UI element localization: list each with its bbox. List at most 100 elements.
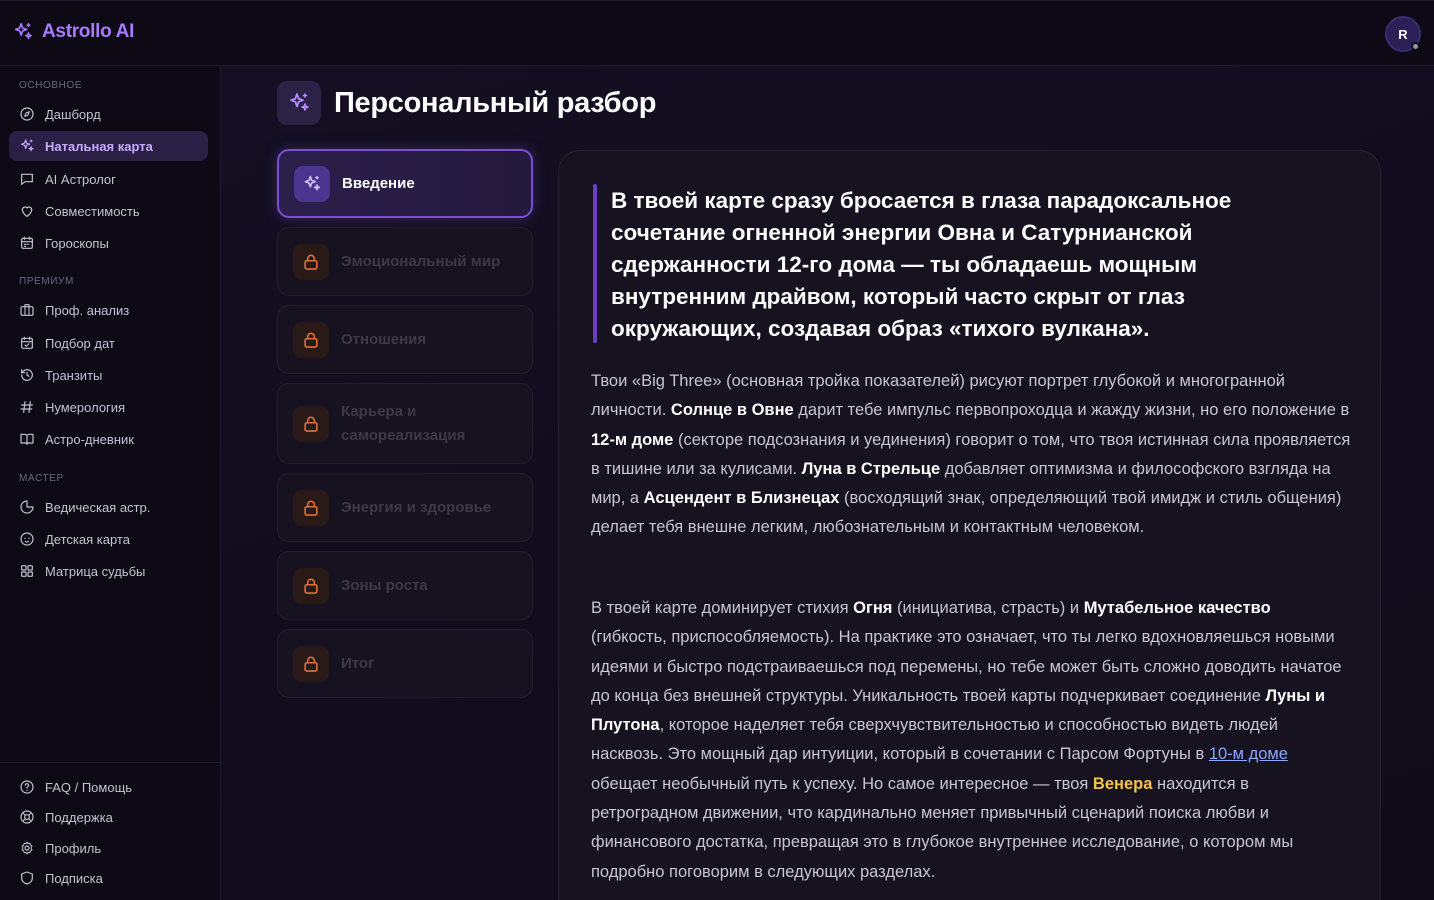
sidebar-item-horoscopes[interactable]: Гороскопы: [9, 228, 208, 258]
help-circle-icon: [19, 779, 35, 795]
lock-icon: [301, 498, 321, 518]
sparkles-icon: [302, 174, 322, 194]
section-icon: [294, 165, 330, 202]
calendar-icon: [19, 235, 35, 251]
body-text: обещает необычный путь к успеху. Но само…: [591, 774, 1093, 793]
sidebar-item-dashboard[interactable]: Дашборд: [9, 99, 208, 129]
sidebar-item-destiny-matrix[interactable]: Матрица судьбы: [9, 556, 208, 586]
section-icon: [293, 321, 329, 358]
sparkles-icon: [12, 21, 34, 43]
section-tab-emotional-world[interactable]: Эмоциональный мир: [277, 227, 533, 296]
sidebar-item-child-chart[interactable]: Детская карта: [9, 524, 208, 554]
page-title-badge: [277, 81, 321, 125]
sidebar-item-label: Поддержка: [45, 809, 113, 825]
grid-icon: [19, 563, 35, 579]
section-label-master: МАСТЕР: [19, 473, 64, 484]
hash-icon: [19, 399, 35, 415]
sidebar-item-label: Профиль: [45, 840, 102, 856]
moon-icon: [19, 499, 35, 515]
emphasis-text: Асцендент в Близнецах: [643, 489, 840, 508]
quote-accent-bar: [593, 184, 597, 343]
sidebar-item-label: Проф. анализ: [45, 302, 130, 318]
section-tab-summary[interactable]: Итог: [277, 629, 533, 698]
heart-icon: [19, 203, 35, 219]
sidebar-item-label: Натальная карта: [45, 138, 153, 154]
sidebar-item-label: Транзиты: [45, 367, 103, 383]
shield-icon: [19, 870, 35, 886]
emphasis-text: Луна в Стрельце: [801, 459, 941, 478]
main-content: Персональный разбор Введение Эмоциональн…: [221, 66, 1434, 900]
sidebar-item-label: Детская карта: [45, 531, 130, 547]
body-text: дарит тебе импульс первопроходца и жажду…: [793, 401, 1350, 420]
section-tab-career[interactable]: Карьера и самореализация: [277, 383, 533, 464]
baby-icon: [19, 531, 35, 547]
section-tab-relationships[interactable]: Отношения: [277, 305, 533, 374]
sparkles-icon: [287, 91, 311, 115]
sidebar-item-label: Нумерология: [45, 399, 126, 415]
book-icon: [19, 431, 35, 447]
body-text: (гибкость, приспособляемость). На практи…: [591, 628, 1342, 705]
sidebar-item-label: Подбор дат: [45, 335, 115, 351]
sidebar-item-subscription[interactable]: Подписка: [9, 863, 208, 893]
sidebar-item-compatibility[interactable]: Совместимость: [9, 196, 208, 226]
sidebar-divider: [0, 762, 221, 763]
sidebar-item-label: Гороскопы: [45, 235, 109, 251]
chat-icon: [19, 171, 35, 187]
sidebar-item-astro-diary[interactable]: Астро-дневник: [9, 424, 208, 454]
sidebar-item-label: Подписка: [45, 870, 103, 886]
sidebar-item-natal-chart[interactable]: Натальная карта: [9, 131, 208, 161]
sidebar-item-label: FAQ / Помощь: [45, 779, 133, 795]
app-logo[interactable]: Astrollo AI: [12, 21, 134, 43]
section-label: Итог: [341, 654, 375, 672]
sidebar-item-label: Ведическая астр.: [45, 499, 151, 515]
paragraph-elements: В твоей карте доминирует стихия Огня (ин…: [591, 594, 1351, 887]
section-tab-intro[interactable]: Введение: [277, 149, 533, 218]
sidebar-item-numerology[interactable]: Нумерология: [9, 392, 208, 422]
sidebar-item-transits[interactable]: Транзиты: [9, 360, 208, 390]
lock-icon: [301, 414, 321, 434]
section-tab-energy-health[interactable]: Энергия и здоровье: [277, 473, 533, 542]
section-label: Энергия и здоровье: [341, 498, 492, 516]
sidebar: ОСНОВНОЕ Дашборд Натальная карта AI Астр…: [0, 66, 221, 900]
section-label: Эмоциональный мир: [341, 252, 501, 270]
sidebar-item-label: Астро-дневник: [45, 431, 134, 447]
sidebar-item-ai-astrologer[interactable]: AI Астролог: [9, 164, 208, 194]
section-label-main: ОСНОВНОЕ: [19, 80, 83, 91]
lifebuoy-icon: [19, 809, 35, 825]
body-text: (инициатива, страсть) и: [892, 599, 1084, 617]
user-avatar[interactable]: R: [1385, 16, 1421, 52]
inline-link[interactable]: 10-м доме: [1209, 745, 1288, 763]
reading-content-card: В твоей карте сразу бросается в глаза па…: [558, 150, 1381, 900]
top-bar: Astrollo AI R: [0, 0, 1434, 66]
compass-icon: [19, 106, 35, 122]
emphasis-text: 12-м доме: [591, 430, 674, 449]
emphasis-text: Огня: [853, 599, 893, 617]
sidebar-item-label: AI Астролог: [45, 171, 116, 187]
sidebar-item-label: Матрица судьбы: [45, 563, 146, 579]
body-text: В твоей карте доминирует стихия: [591, 599, 854, 617]
status-dot: [1411, 42, 1420, 51]
section-icon: [293, 567, 329, 604]
paragraph-big-three: Твои «Big Three» (основная тройка показа…: [591, 367, 1351, 543]
lock-icon: [301, 330, 321, 350]
section-icon: [293, 489, 329, 526]
briefcase-icon: [19, 302, 35, 318]
sidebar-item-profile[interactable]: Профиль: [9, 833, 208, 863]
body-text: , которое наделяет тебя сверхчувствитель…: [591, 716, 1278, 764]
sidebar-item-date-picker[interactable]: Подбор дат: [9, 328, 208, 358]
section-label: Зоны роста: [341, 576, 428, 594]
section-label-premium: ПРЕМИУМ: [19, 276, 74, 287]
section-icon: [293, 645, 329, 682]
app-name: Astrollo AI: [42, 21, 135, 42]
sidebar-item-label: Дашборд: [45, 106, 101, 122]
section-tab-growth-zones[interactable]: Зоны роста: [277, 551, 533, 620]
sidebar-item-support[interactable]: Поддержка: [9, 802, 208, 832]
sidebar-item-prof-analysis[interactable]: Проф. анализ: [9, 295, 208, 325]
avatar-initial: R: [1398, 26, 1408, 42]
sidebar-item-vedic[interactable]: Ведическая астр.: [9, 492, 208, 522]
section-label: Карьера и самореализация: [341, 402, 466, 444]
sidebar-item-faq[interactable]: FAQ / Помощь: [9, 772, 208, 802]
lock-icon: [301, 654, 321, 674]
section-label: Введение: [342, 174, 415, 192]
emphasis-text: Мутабельное качество: [1083, 599, 1271, 617]
